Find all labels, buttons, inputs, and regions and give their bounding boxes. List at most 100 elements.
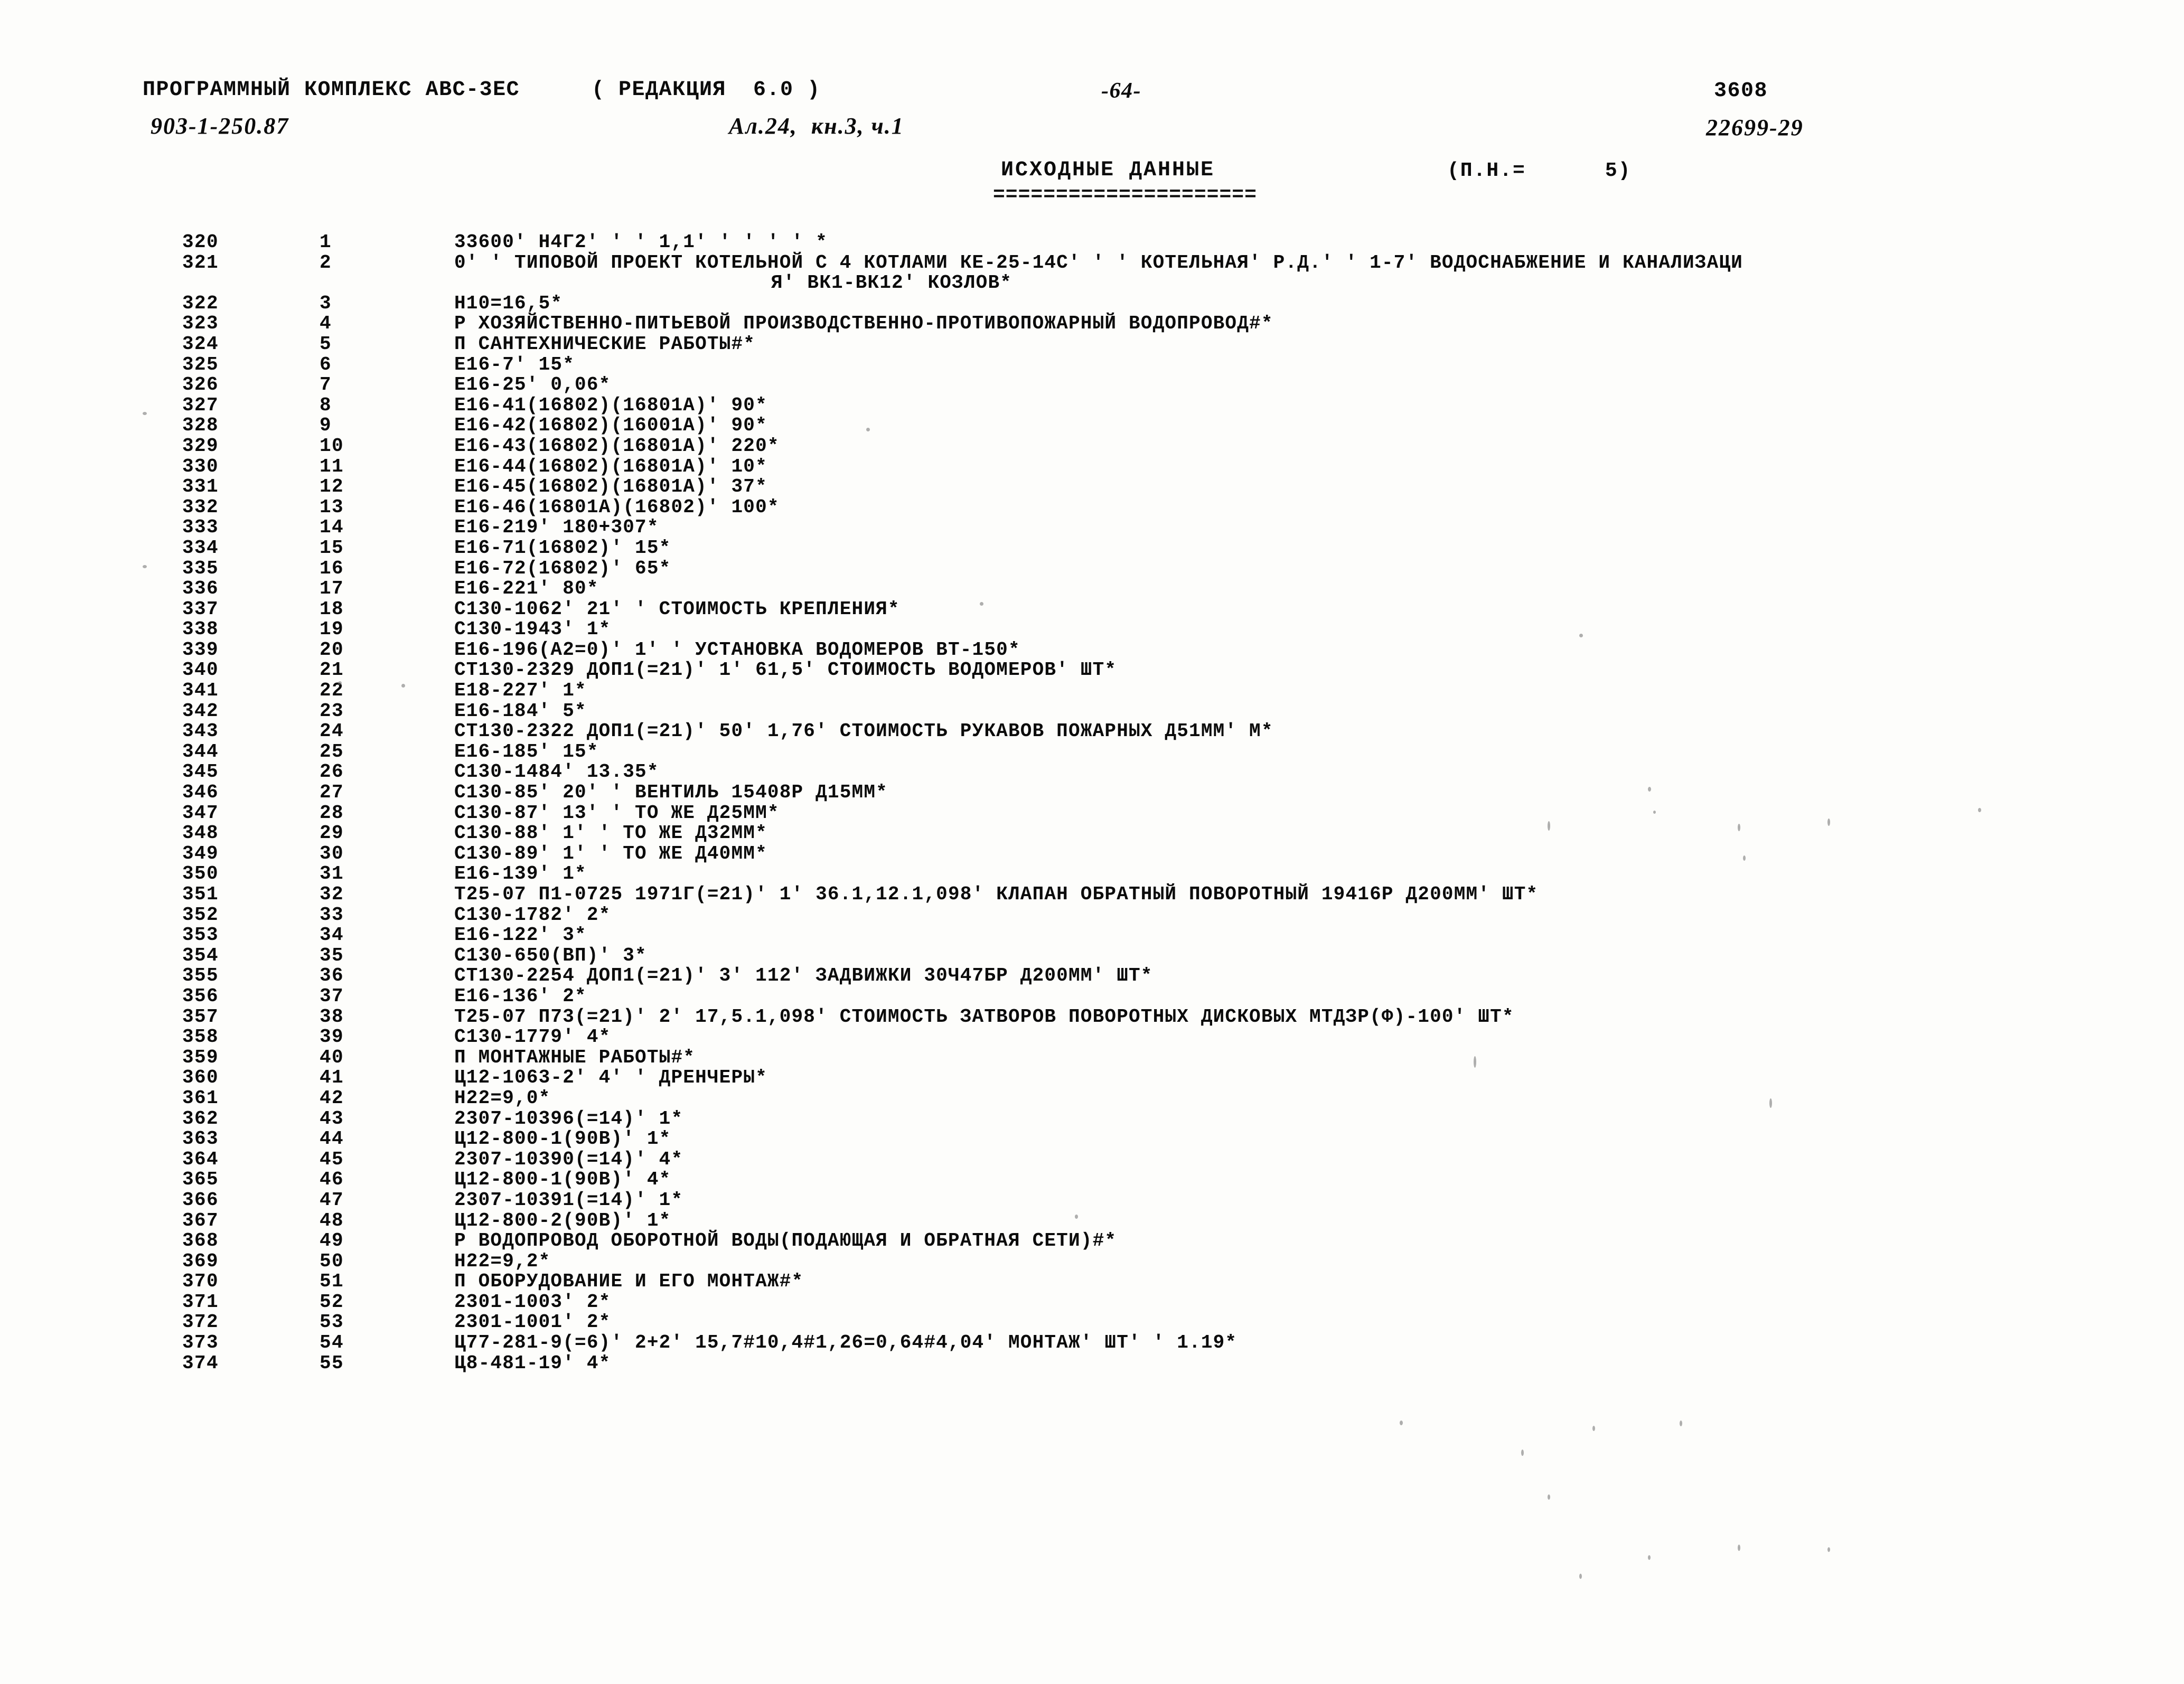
row-sequence-number: 324	[182, 333, 219, 355]
row-sequence-number: 352	[182, 904, 219, 926]
listing-row: 327 8 Е16-41(16802)(16801А)' 90*	[0, 394, 2184, 416]
listing-row: 348 29 С130-88' 1' ' ТО ЖЕ Д32ММ*	[0, 822, 2184, 844]
row-record-text: С130-1779' 4*	[454, 1026, 611, 1048]
row-record-text: Е16-219' 180+307*	[454, 516, 659, 539]
row-sequence-number: 350	[182, 863, 219, 885]
listing-row: 330 11 Е16-44(16802)(16801А)' 10*	[0, 455, 2184, 477]
row-record-number: 12	[320, 476, 344, 498]
row-record-number: 40	[320, 1046, 344, 1068]
row-record-number: 49	[320, 1230, 344, 1252]
row-sequence-number: 351	[182, 883, 219, 905]
row-record-text: Ц12-800-2(90В)' 1*	[454, 1209, 671, 1231]
listing-row: 342 23 Е16-184' 5*	[0, 700, 2184, 722]
row-record-text: 2307-10390(=14)' 4*	[454, 1148, 683, 1170]
scan-speck	[1680, 1420, 1682, 1426]
row-record-number: 41	[320, 1067, 344, 1089]
scan-speck	[1548, 1494, 1550, 1500]
row-record-text: Е16-44(16802)(16801А)' 10*	[454, 455, 767, 477]
row-sequence-number: 332	[182, 496, 219, 518]
scan-speck	[1738, 1545, 1740, 1551]
listing-row: 364 45 2307-10390(=14)' 4*	[0, 1148, 2184, 1170]
row-record-number: 11	[320, 455, 344, 477]
row-record-text: 2301-1003' 2*	[454, 1291, 611, 1313]
row-record-text: Т25-07 П1-0725 1971Г(=21)' 1' 36.1,12.1,…	[454, 883, 1539, 905]
listing-row: 372 53 2301-1001' 2*	[0, 1311, 2184, 1333]
row-record-text: С130-89' 1' ' ТО ЖЕ Д40ММ*	[454, 842, 767, 864]
row-sequence-number: 373	[182, 1332, 219, 1354]
row-record-number: 14	[320, 516, 344, 539]
listing-row: 367 48 Ц12-800-2(90В)' 1*	[0, 1209, 2184, 1231]
row-sequence-number: 346	[182, 782, 219, 804]
row-record-text: Ц12-1063-2' 4' ' ДРЕНЧЕРЫ*	[454, 1067, 767, 1089]
row-record-number: 20	[320, 638, 344, 661]
row-record-number: 3	[320, 292, 332, 314]
scan-speck	[1075, 1215, 1078, 1219]
listing-row: 370 51 П ОБОРУДОВАНИЕ И ЕГО МОНТАЖ#*	[0, 1271, 2184, 1293]
row-record-number: 24	[320, 720, 344, 742]
row-record-number: 33	[320, 904, 344, 926]
row-record-number: 43	[320, 1107, 344, 1130]
row-record-number: 45	[320, 1148, 344, 1170]
scan-speck	[1978, 808, 1981, 812]
listing-row: 354 35 С130-650(ВП)' 3*	[0, 944, 2184, 966]
row-record-number: 34	[320, 924, 344, 946]
row-record-text: Е16-41(16802)(16801А)' 90*	[454, 394, 767, 416]
listing-row: 326 7 Е16-25' 0,06*	[0, 374, 2184, 396]
listing-row: 335 16 Е16-72(16802)' 65*	[0, 557, 2184, 579]
row-record-text: С130-1062' 21' ' СТОИМОСТЬ КРЕПЛЕНИЯ*	[454, 598, 900, 620]
row-record-number: 28	[320, 802, 344, 824]
listing-row: 325 6 Е16-7' 15*	[0, 354, 2184, 375]
row-sequence-number: 370	[182, 1271, 219, 1293]
row-sequence-number: 354	[182, 944, 219, 966]
row-record-text: С130-87' 13' ' ТО ЖЕ Д25ММ*	[454, 802, 780, 824]
row-sequence-number: 355	[182, 965, 219, 987]
row-sequence-number: 335	[182, 557, 219, 579]
row-record-number: 1	[320, 231, 332, 253]
row-record-number: 47	[320, 1189, 344, 1211]
row-sequence-number: 328	[182, 415, 219, 437]
row-record-number: 55	[320, 1352, 344, 1374]
listing-row: 339 20 Е16-196(А2=0)' 1' ' УСТАНОВКА ВОДОМ…	[0, 638, 2184, 661]
listing-row: 340 21 СТ130-2329 ДОП1(=21)' 1' 61,5' СТОИ…	[0, 659, 2184, 681]
listing-row: 351 32 Т25-07 П1-0725 1971Г(=21)' 1' 36.1,…	[0, 883, 2184, 905]
row-sequence-number: 331	[182, 476, 219, 498]
row-record-text: С130-85' 20' ' ВЕНТИЛЬ 15408Р Д15ММ*	[454, 782, 888, 804]
listing-row: 356 37 Е16-136' 2*	[0, 985, 2184, 1007]
top-right-code: 3608	[1714, 79, 1768, 103]
row-record-number: 52	[320, 1291, 344, 1313]
row-record-text: С130-1782' 2*	[454, 904, 611, 926]
row-record-number: 9	[320, 415, 332, 437]
scan-speck	[1579, 634, 1583, 637]
row-record-number: 4	[320, 313, 332, 335]
row-sequence-number: 320	[182, 231, 219, 253]
row-record-text: Ц12-800-1(90В)' 1*	[454, 1128, 671, 1150]
row-record-text: Ц12-800-1(90В)' 4*	[454, 1169, 671, 1191]
row-sequence-number: 358	[182, 1026, 219, 1048]
row-sequence-number: 353	[182, 924, 219, 946]
row-record-text: Е16-46(16801А)(16802)' 100*	[454, 496, 780, 518]
row-sequence-number: 322	[182, 292, 219, 314]
row-sequence-number: 363	[182, 1128, 219, 1150]
row-record-number: 35	[320, 944, 344, 966]
scan-speck	[338, 681, 342, 685]
scan-speck	[143, 412, 147, 415]
listing-row: 338 19 С130-1943' 1*	[0, 618, 2184, 640]
row-sequence-number: 327	[182, 394, 219, 416]
row-record-text: Е16-42(16802)(16001А)' 90*	[454, 415, 767, 437]
row-record-text: Е16-43(16802)(16801А)' 220*	[454, 435, 780, 457]
row-sequence-number: 341	[182, 680, 219, 702]
row-record-text: 33600' Н4Г2' ' ' 1,1' ' ' ' ' *	[454, 231, 828, 253]
row-sequence-number: 371	[182, 1291, 219, 1313]
document-page: ПРОГРАММНЫЙ КОМПЛЕКС АВС-3ЕС ( РЕДАКЦИЯ …	[0, 0, 2184, 1684]
row-record-number: 46	[320, 1169, 344, 1191]
row-record-text: 2307-10396(=14)' 1*	[454, 1107, 683, 1130]
row-record-number: 32	[320, 883, 344, 905]
listing-row: 336 17 Е16-221' 80*	[0, 578, 2184, 599]
row-record-number: 30	[320, 842, 344, 864]
row-sequence-number: 367	[182, 1209, 219, 1231]
scan-speck	[401, 684, 405, 688]
row-record-number: 13	[320, 496, 344, 518]
listing-row: 329 10 Е16-43(16802)(16801А)' 220*	[0, 435, 2184, 457]
row-record-number: 2	[320, 251, 332, 274]
row-record-text: Е16-25' 0,06*	[454, 374, 611, 396]
